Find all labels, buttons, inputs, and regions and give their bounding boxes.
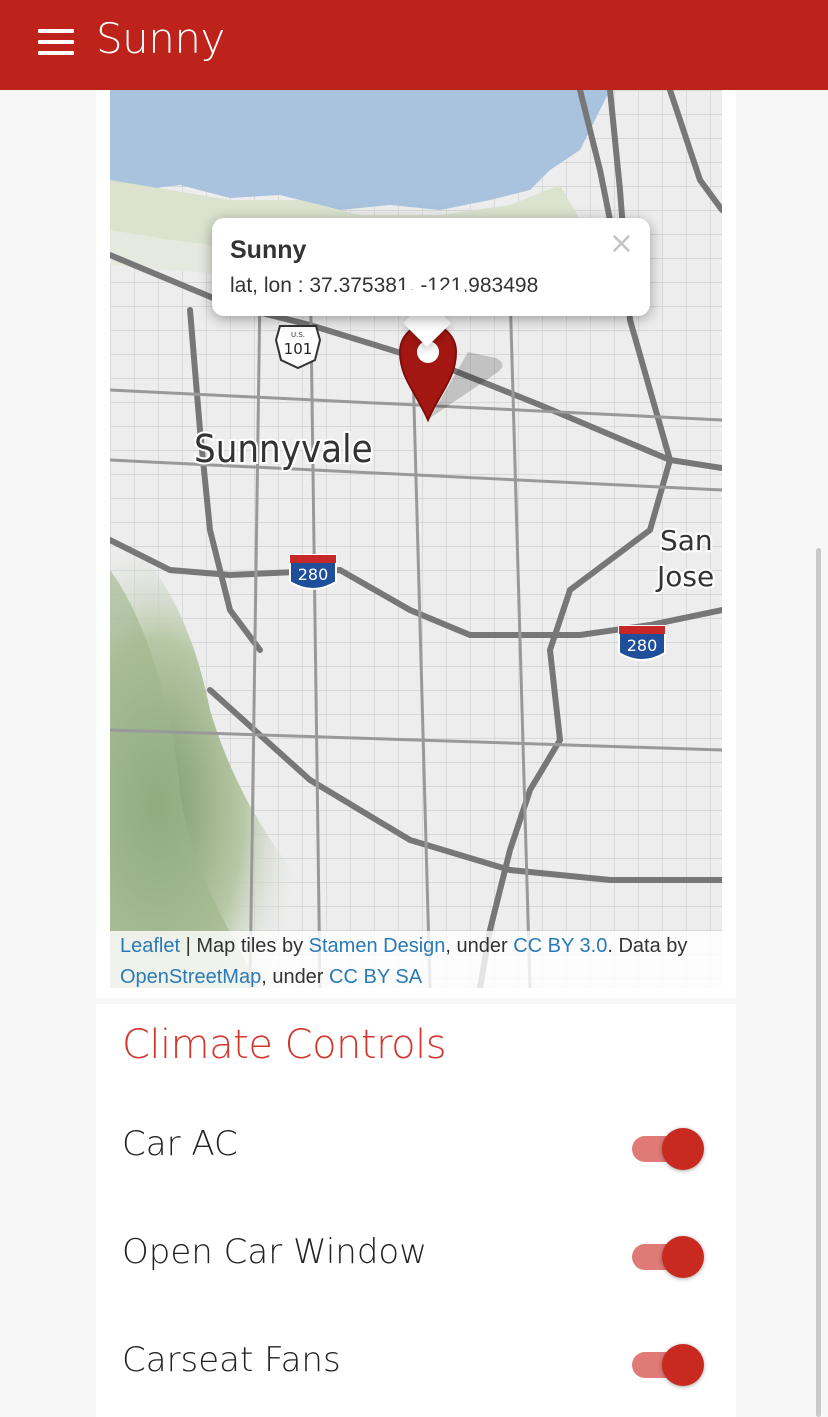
map-marker-icon[interactable] [398, 322, 508, 427]
attribution-text: , under [445, 935, 514, 957]
hamburger-menu-icon[interactable] [38, 29, 74, 55]
popup-tip-cover [395, 290, 465, 316]
scrollbar[interactable] [816, 548, 821, 1417]
osm-link[interactable]: OpenStreetMap [120, 966, 261, 988]
toggle-row-carseat-fans[interactable]: Carseat Fans [96, 1316, 736, 1416]
us101-shield-icon: U.S. 101 [274, 325, 322, 370]
i280-shield-icon: 280 [289, 554, 337, 590]
map-attribution: Leaflet | Map tiles by Stamen Design, un… [110, 931, 722, 988]
svg-text:280: 280 [298, 565, 329, 584]
close-icon[interactable]: × [609, 226, 634, 261]
svg-text:101: 101 [284, 340, 313, 358]
leaflet-link[interactable]: Leaflet [120, 935, 180, 957]
map-label-san: San [660, 524, 713, 557]
toggle-label: Open Car Window [122, 1232, 428, 1272]
popup-coords: lat, lon : 37.375381, -121.983498 [230, 274, 539, 297]
toggle-label: Car AC [122, 1124, 238, 1164]
cc-by-sa-link[interactable]: CC BY SA [329, 966, 422, 988]
svg-text:U.S.: U.S. [291, 331, 305, 339]
app-bar: Sunny [0, 0, 828, 90]
climate-controls-card: Climate Controls Car AC Open Car Window … [96, 1004, 736, 1417]
attribution-text: | Map tiles by [180, 935, 309, 957]
attribution-text: . Data by [607, 935, 688, 957]
climate-controls-title: Climate Controls [122, 1022, 447, 1068]
car-ac-toggle[interactable] [632, 1128, 704, 1170]
stamen-link[interactable]: Stamen Design [309, 935, 446, 957]
attribution-text: , under [261, 966, 330, 988]
toggle-row-car-ac[interactable]: Car AC [96, 1100, 736, 1200]
toggle-row-open-car-window[interactable]: Open Car Window [96, 1208, 736, 1308]
toggle-label: Carseat Fans [122, 1340, 341, 1380]
cc-by-link[interactable]: CC BY 3.0 [513, 935, 607, 957]
map-label-jose: Jose [655, 560, 714, 593]
popup-title: Sunny [230, 236, 307, 264]
app-title: Sunny [96, 14, 225, 63]
i280-shield-icon: 280 [618, 625, 666, 661]
map-label-sunnyvale: Sunnyvale [194, 427, 373, 471]
svg-text:280: 280 [627, 636, 658, 655]
carseat-fans-toggle[interactable] [632, 1344, 704, 1386]
open-car-window-toggle[interactable] [632, 1236, 704, 1278]
